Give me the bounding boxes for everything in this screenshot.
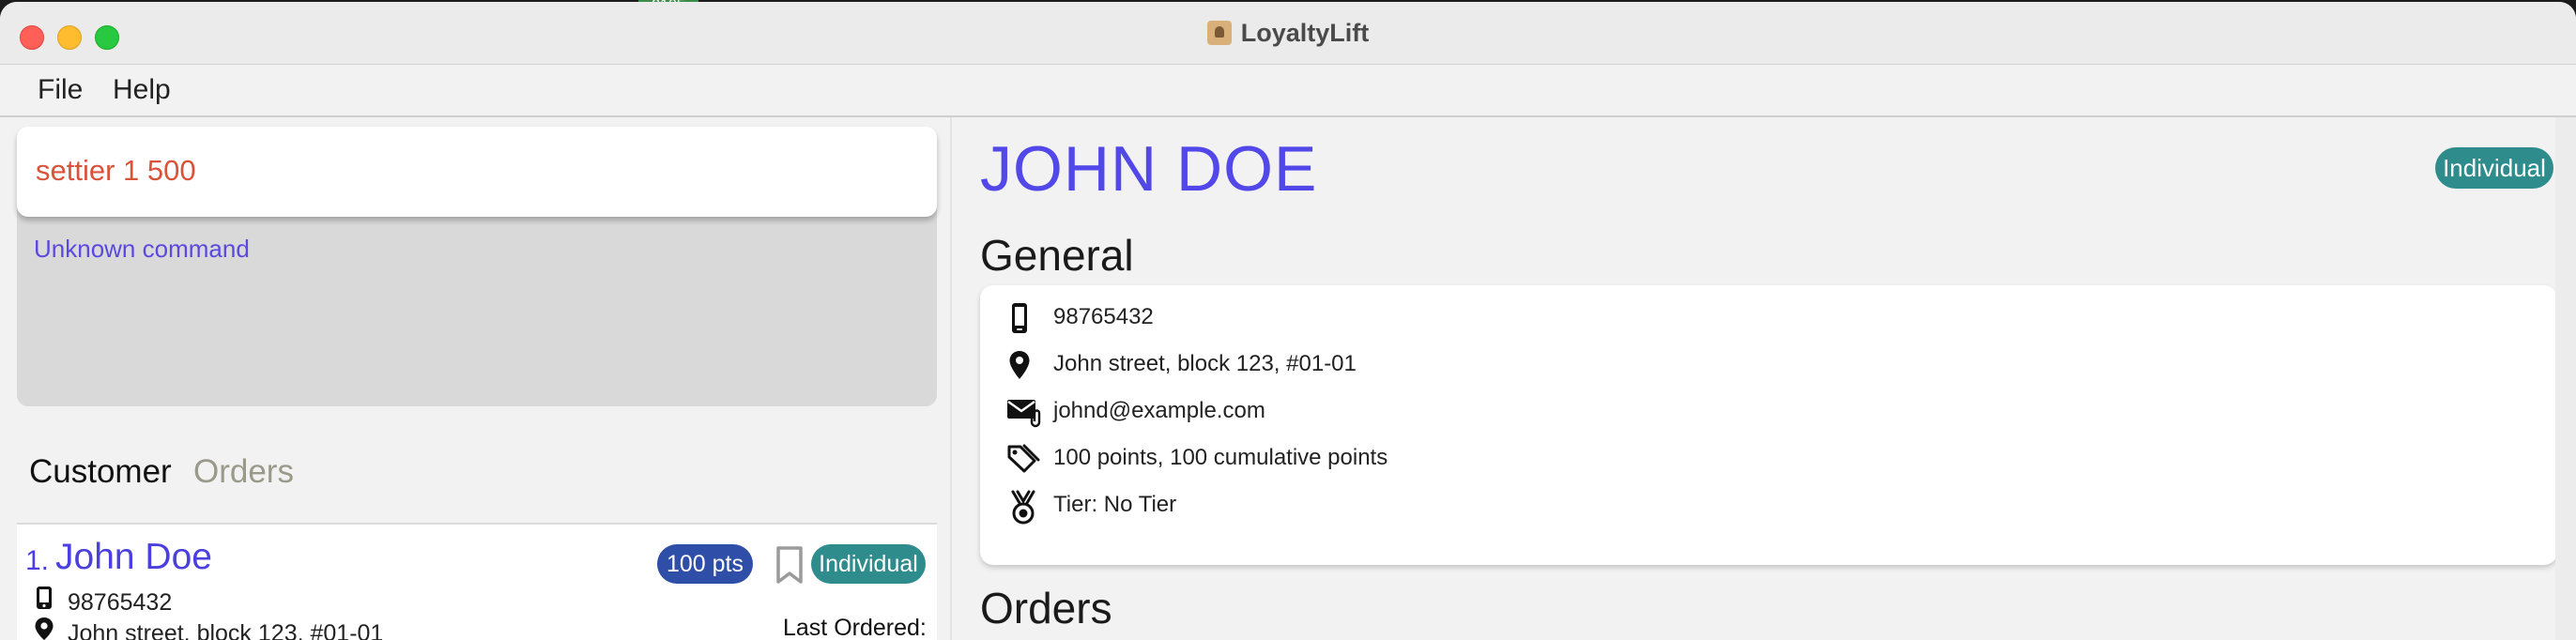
detail-phone: 98765432 [1053, 304, 1154, 329]
customer-phone: 98765432 [68, 589, 173, 616]
points-badge: 100 pts [657, 544, 753, 584]
customer-type-badge: Individual [811, 544, 926, 584]
customer-address: John street, block 123, #01-01 [68, 620, 384, 640]
command-box[interactable]: settier 1 500 [17, 127, 937, 217]
tab-orders[interactable]: Orders [193, 453, 294, 491]
menu-bar: File Help [0, 65, 2576, 117]
location-pin-icon [1009, 351, 1030, 379]
detail-type-badge: Individual [2435, 147, 2553, 189]
detail-email: johnd@example.com [1053, 398, 1265, 423]
last-ordered-label: Last Ordered: [783, 615, 927, 640]
vertical-scrollbar[interactable] [2555, 117, 2576, 640]
detail-points: 100 points, 100 cumulative points [1053, 445, 1388, 470]
menu-file[interactable]: File [34, 74, 86, 106]
medal-icon [1011, 490, 1035, 525]
app-window: LoyaltyLift File Help Unknown command se… [0, 2, 2576, 640]
customer-card[interactable]: 1. John Doe 98765432 John street, block … [17, 525, 937, 640]
window-title-text: LoyaltyLift [1240, 19, 1370, 47]
location-pin-icon [30, 617, 58, 640]
phone-icon [30, 586, 58, 617]
phone-icon [1012, 303, 1027, 333]
detail-pane: JOHN DOE Individual General 98765432 Joh… [952, 117, 2576, 640]
bookmark-icon[interactable] [774, 545, 805, 585]
tab-customer[interactable]: Customer [29, 453, 172, 491]
general-info-card: 98765432 John street, block 123, #01-01 … [980, 285, 2557, 565]
result-message: Unknown command [34, 235, 250, 263]
command-input[interactable]: settier 1 500 [36, 154, 196, 188]
customer-address-row: John street, block 123, #01-01 [30, 617, 383, 640]
customer-phone-row: 98765432 [30, 586, 172, 617]
customer-index: 1. [25, 545, 50, 576]
customer-name: John Doe [55, 537, 212, 577]
title-bar[interactable]: LoyaltyLift [0, 2, 2576, 65]
app-icon [1206, 21, 1232, 45]
detail-tier: Tier: No Tier [1053, 492, 1177, 517]
detail-customer-name: JOHN DOE [980, 133, 1318, 205]
menu-help[interactable]: Help [109, 74, 175, 106]
general-section-title: General [980, 231, 1134, 280]
email-icon [1007, 400, 1041, 428]
window-title: LoyaltyLift [0, 19, 2576, 48]
detail-address: John street, block 123, #01-01 [1053, 351, 1357, 376]
orders-section-title: Orders [980, 584, 1112, 632]
tags-icon [1007, 444, 1040, 473]
left-pane: Unknown command settier 1 500 Customer O… [0, 117, 950, 640]
